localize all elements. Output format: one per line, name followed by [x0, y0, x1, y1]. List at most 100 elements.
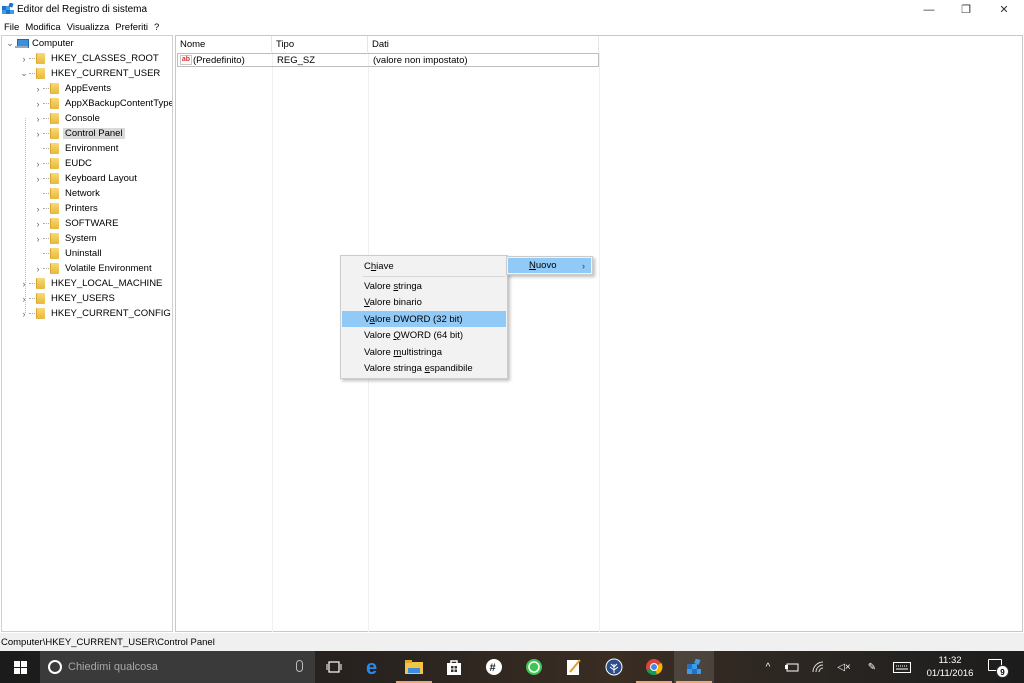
chevron-right-icon: › — [582, 260, 585, 271]
menu-modifica[interactable]: Modifica — [25, 22, 60, 33]
taskbar-tree-app[interactable] — [594, 651, 634, 683]
tree-item-label: HKEY_USERS — [51, 293, 115, 304]
task-view-icon — [326, 661, 342, 673]
close-button[interactable]: ✕ — [985, 0, 1023, 19]
tree-item-eudc[interactable]: › EUDC — [33, 156, 94, 171]
tree-item-keyboard-layout[interactable]: › Keyboard Layout — [33, 171, 139, 186]
chevron-up-icon: ^ — [765, 661, 771, 673]
tray-battery[interactable] — [782, 651, 802, 683]
tree-item-volatile-environment[interactable]: › Volatile Environment — [33, 261, 154, 276]
regedit-app-icon — [2, 3, 14, 14]
taskbar-edge[interactable]: e — [354, 651, 394, 683]
chevron-right-icon[interactable]: › — [33, 114, 43, 124]
window-title: Editor del Registro di sistema — [17, 4, 148, 15]
tree-item-hkey-local-machine[interactable]: › HKEY_LOCAL_MACHINE — [19, 276, 164, 291]
chevron-right-icon[interactable]: › — [19, 309, 29, 319]
task-view-button[interactable] — [314, 651, 354, 683]
restore-button[interactable]: ❐ — [947, 0, 985, 19]
registry-tree[interactable]: ⌄ Computer › HKEY_CLASSES_ROOT ⌄ HKEY_CU… — [1, 35, 173, 632]
table-row[interactable]: ab (Predefinito) REG_SZ (valore non impos… — [177, 53, 599, 67]
menu-bar: File Modifica Visualizza Preferiti ? — [0, 19, 1024, 35]
tree-item-console[interactable]: › Console — [33, 111, 102, 126]
taskbar-notepad[interactable] — [554, 651, 594, 683]
notepad-icon — [567, 659, 581, 675]
menu-file[interactable]: File — [4, 22, 19, 33]
show-hidden-icons-button[interactable]: ^ — [760, 651, 776, 683]
tree-item-environment[interactable]: Environment — [33, 141, 120, 156]
minimize-button[interactable]: — — [910, 0, 948, 19]
tree-item-hkey-classes-root[interactable]: › HKEY_CLASSES_ROOT — [19, 51, 161, 66]
close-icon: ✕ — [999, 4, 1009, 16]
chevron-right-icon[interactable]: › — [33, 129, 43, 139]
tree-item-hkey-current-user[interactable]: ⌄ HKEY_CURRENT_USER — [19, 66, 162, 81]
taskbar-regedit[interactable] — [674, 651, 714, 683]
tree-item-uninstall[interactable]: Uninstall — [33, 246, 103, 261]
menu-preferiti[interactable]: Preferiti — [115, 22, 148, 33]
tree-item-label: AppXBackupContentType — [65, 98, 173, 109]
chevron-right-icon[interactable]: › — [19, 54, 29, 64]
tree-item-hkey-current-config[interactable]: › HKEY_CURRENT_CONFIG — [19, 306, 172, 321]
value-data-cell: (valore non impostato) — [373, 55, 468, 66]
folder-icon — [50, 143, 59, 154]
taskbar: Chiedimi qualcosa e # ^ ◁× ✎ 11:32 01/11… — [0, 651, 1024, 683]
cortana-search-box[interactable]: Chiedimi qualcosa — [40, 651, 315, 683]
taskbar-slack[interactable]: # — [474, 651, 514, 683]
folder-icon — [50, 128, 59, 139]
microphone-icon[interactable] — [296, 660, 303, 672]
menu-item-valore-stringa[interactable]: Valore stringa — [342, 278, 506, 294]
values-list[interactable]: Nome Tipo Dati ab (Predefinito) REG_SZ (v… — [175, 35, 1023, 632]
menu-item-valore-dword[interactable]: Valore DWORD (32 bit) — [342, 311, 506, 327]
tree-item-system[interactable]: › System — [33, 231, 99, 246]
chevron-down-icon[interactable]: ⌄ — [5, 38, 15, 49]
tray-pen[interactable]: ✎ — [862, 651, 882, 683]
chevron-right-icon[interactable]: › — [33, 234, 43, 244]
chevron-down-icon[interactable]: ⌄ — [19, 68, 29, 79]
start-button[interactable] — [0, 651, 40, 683]
chevron-right-icon[interactable]: › — [33, 84, 43, 94]
menu-item-nuovo[interactable]: Nuovo › — [508, 258, 591, 273]
folder-icon — [50, 263, 59, 274]
taskbar-store[interactable] — [434, 651, 474, 683]
tree-item-appevents[interactable]: › AppEvents — [33, 81, 113, 96]
taskbar-clock[interactable]: 11:32 01/11/2016 — [918, 654, 982, 680]
menu-item-valore-multistringa[interactable]: Valore multistringa — [342, 344, 506, 360]
column-header-tipo[interactable]: Tipo — [272, 36, 368, 52]
tree-item-network[interactable]: Network — [33, 186, 102, 201]
chevron-right-icon[interactable]: › — [33, 174, 43, 184]
tree-item-label: HKEY_CURRENT_USER — [51, 68, 161, 79]
chevron-right-icon[interactable]: › — [33, 264, 43, 274]
taskbar-file-explorer[interactable] — [394, 651, 434, 683]
chevron-right-icon[interactable]: › — [19, 279, 29, 289]
tree-item-appxbackupcontenttype[interactable]: › AppXBackupContentType — [33, 96, 173, 111]
menu-help[interactable]: ? — [154, 22, 159, 33]
folder-icon — [50, 203, 59, 214]
tree-item-printers[interactable]: › Printers — [33, 201, 100, 216]
svg-text:e: e — [366, 658, 377, 676]
menu-item-chiave[interactable]: Chiave — [342, 258, 506, 274]
tray-wifi[interactable] — [808, 651, 828, 683]
tray-keyboard[interactable] — [890, 651, 914, 683]
tree-item-label: AppEvents — [65, 83, 111, 94]
folder-icon — [36, 68, 45, 79]
taskbar-chrome[interactable] — [634, 651, 674, 683]
menu-item-valore-stringa-espandibile[interactable]: Valore stringa espandibile — [342, 361, 506, 377]
tree-item-control-panel[interactable]: › Control Panel — [33, 126, 125, 141]
taskbar-whatsapp[interactable] — [514, 651, 554, 683]
tree-item-software[interactable]: › SOFTWARE — [33, 216, 120, 231]
tree-item-hkey-users[interactable]: › HKEY_USERS — [19, 291, 117, 306]
column-header-dati[interactable]: Dati — [368, 36, 599, 52]
tray-volume[interactable]: ◁× — [834, 651, 854, 683]
chevron-right-icon[interactable]: › — [33, 159, 43, 169]
menu-visualizza[interactable]: Visualizza — [67, 22, 110, 33]
chevron-right-icon[interactable]: › — [33, 204, 43, 214]
chevron-right-icon[interactable]: › — [33, 219, 43, 229]
folder-icon — [405, 660, 423, 674]
menu-item-valore-binario[interactable]: Valore binario — [342, 295, 506, 311]
menu-item-valore-qword[interactable]: Valore QWORD (64 bit) — [342, 328, 506, 344]
cortana-icon — [48, 660, 62, 674]
column-header-nome[interactable]: Nome — [176, 36, 272, 52]
tree-item-computer[interactable]: ⌄ Computer — [5, 36, 76, 51]
new-submenu: Chiave Valore stringa Valore binario Val… — [340, 255, 508, 379]
chevron-right-icon[interactable]: › — [33, 99, 43, 109]
chevron-right-icon[interactable]: › — [19, 294, 29, 304]
